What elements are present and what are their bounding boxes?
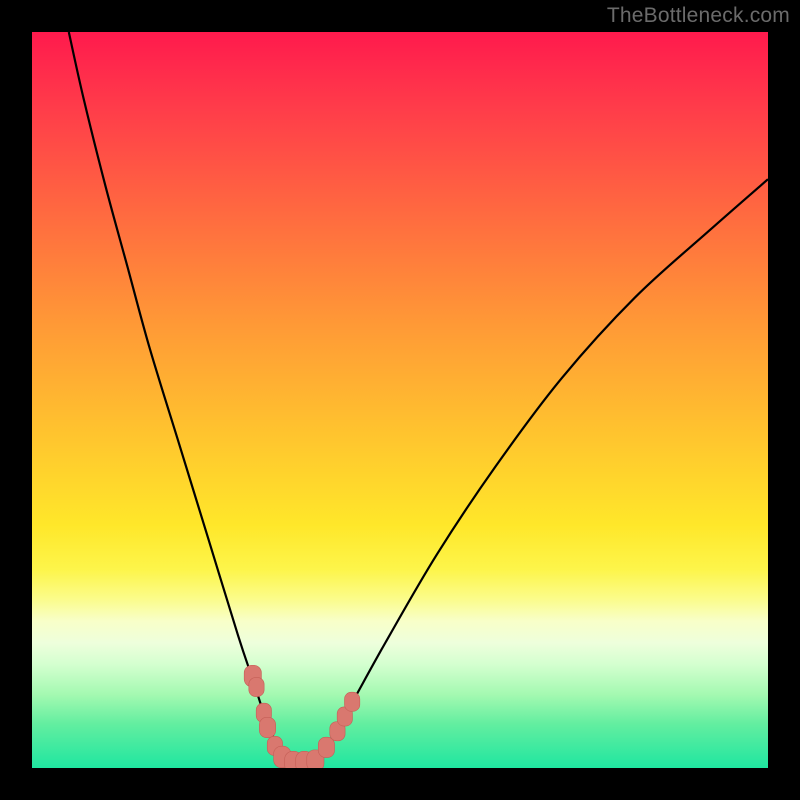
curve-marker [345,692,360,711]
chart-svg [32,32,768,768]
curve-marker [259,717,275,737]
chart-frame: TheBottleneck.com [0,0,800,800]
curve-markers [244,665,360,768]
curve-marker [318,737,334,757]
watermark-text: TheBottleneck.com [607,4,790,28]
plot-area [32,32,768,768]
bottleneck-curve [69,32,768,764]
curve-marker [249,677,264,696]
